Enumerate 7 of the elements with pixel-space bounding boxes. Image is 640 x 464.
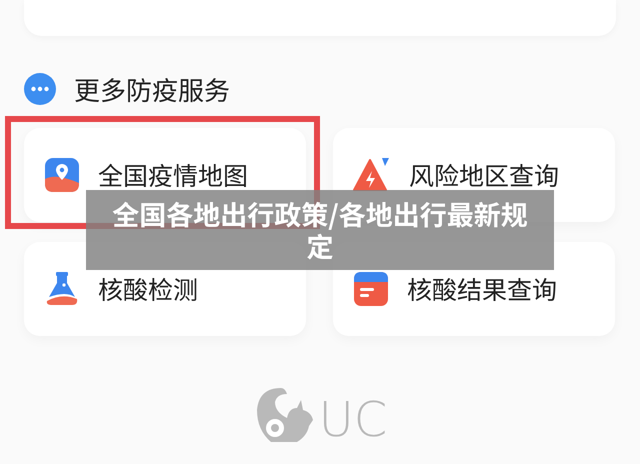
section-title: 更多防疫服务 <box>74 70 230 108</box>
map-pin-icon <box>44 157 80 193</box>
more-icon <box>24 73 56 105</box>
logo-text: UC <box>318 396 388 444</box>
lightning-triangle-icon <box>353 157 391 193</box>
flask-icon <box>44 271 80 307</box>
form-card-icon <box>353 271 389 307</box>
